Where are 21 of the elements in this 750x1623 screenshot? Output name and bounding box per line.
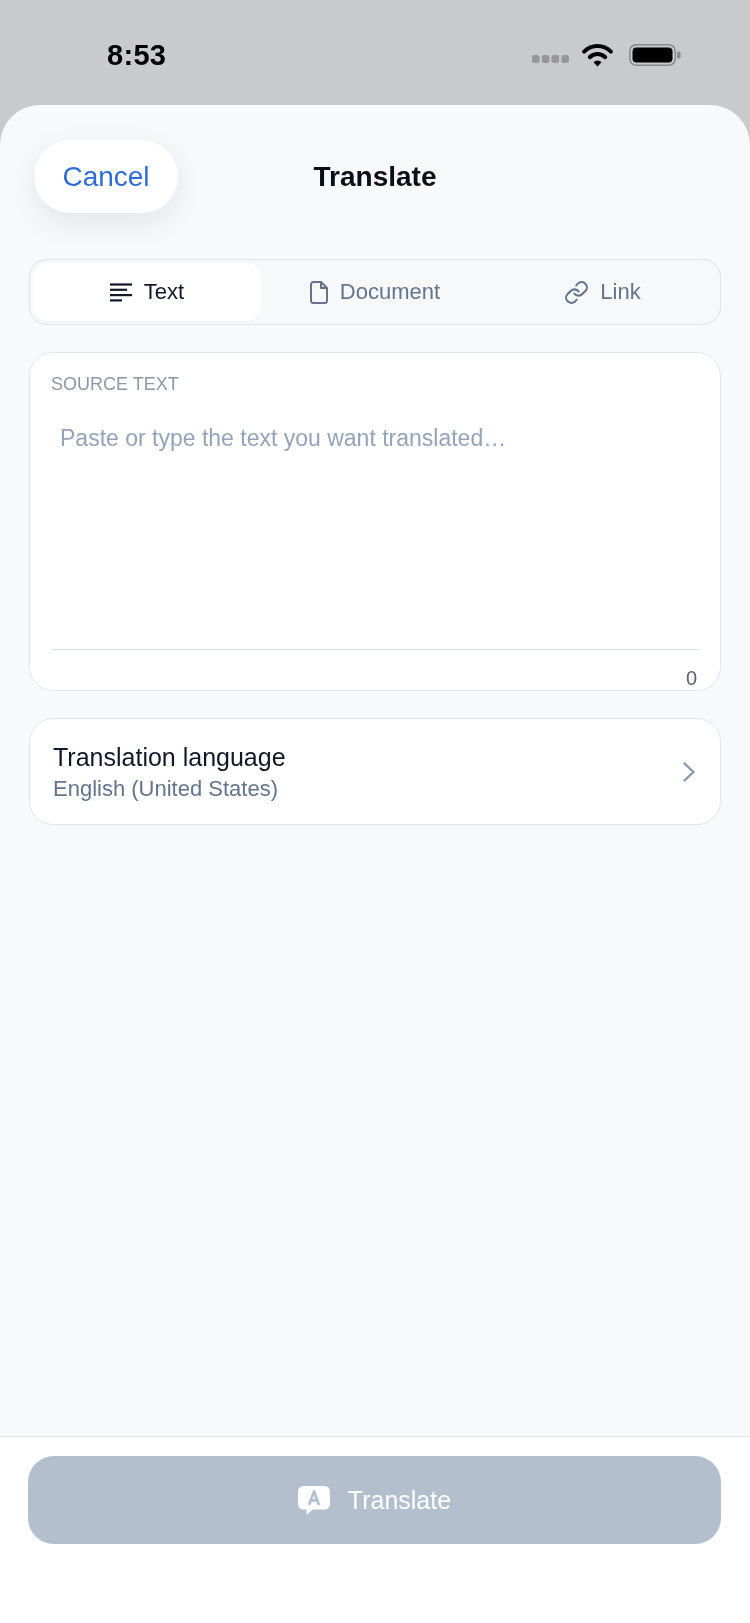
- translate-bubble-icon: [297, 1485, 330, 1515]
- translation-language-label: Translation language: [53, 741, 286, 772]
- source-text-box[interactable]: SOURCE TEXT Paste or type the text you want translated… 0: [29, 352, 721, 691]
- text-lines-icon: [109, 282, 132, 302]
- status-time: 8:53: [107, 38, 167, 72]
- battery-icon: [629, 44, 681, 66]
- translation-language-row[interactable]: Translation language English (United States): [29, 718, 721, 825]
- translation-language-value: English (United States): [53, 775, 278, 802]
- mode-tab[interactable]: Link: [489, 263, 717, 321]
- source-text-label: SOURCE TEXT: [51, 373, 179, 395]
- cancel-button[interactable]: Cancel: [34, 140, 178, 213]
- mode-tab[interactable]: Document: [261, 263, 489, 321]
- chevron-right-icon: [683, 761, 695, 782]
- wifi-icon: [581, 42, 614, 68]
- document-icon: [309, 280, 328, 304]
- sheet-title: Translate: [313, 160, 437, 193]
- signal-icon: [532, 55, 569, 63]
- link-icon: [565, 280, 589, 304]
- mode-tab[interactable]: Text: [33, 263, 261, 321]
- character-count: 0: [685, 666, 697, 690]
- source-text-input[interactable]: Paste or type the text you want translated…: [51, 415, 699, 649]
